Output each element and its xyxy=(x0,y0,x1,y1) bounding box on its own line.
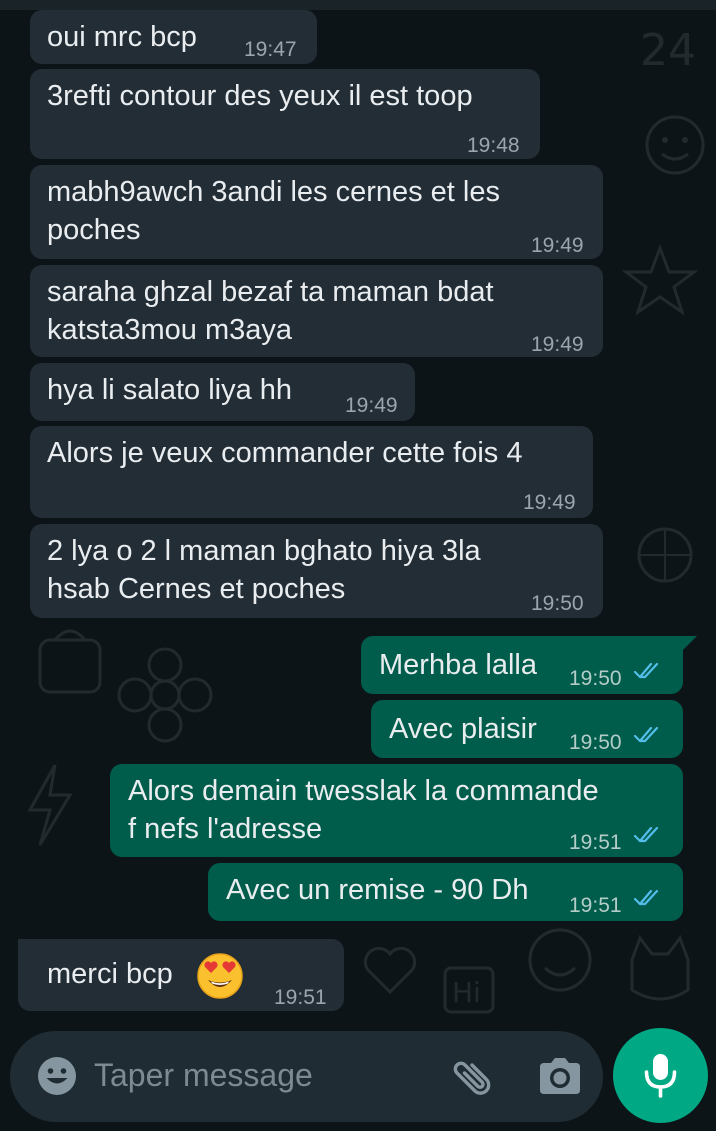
doodle-heart-icon xyxy=(363,946,417,995)
message-time: 19:47 xyxy=(244,38,297,61)
message-bubble-outgoing[interactable]: Alors demain twesslak la commande f nefs… xyxy=(110,764,683,857)
message-time: 19:50 xyxy=(569,667,622,690)
message-text: oui mrc bcp xyxy=(47,21,197,53)
message-text: Avec plaisir xyxy=(389,713,537,745)
message-text: Alors demain twesslak la commande xyxy=(128,775,599,807)
doodle-ball-icon xyxy=(637,527,693,583)
doodle-bolt-icon xyxy=(27,764,73,846)
message-bubble[interactable]: oui mrc bcp 19:47 xyxy=(30,10,317,64)
camera-icon[interactable] xyxy=(536,1053,584,1099)
message-bubble-outgoing[interactable]: Avec plaisir 19:50 xyxy=(371,700,683,758)
doodle-icon: 24 xyxy=(640,25,696,76)
message-bubble-outgoing[interactable]: Avec un remise - 90 Dh 19:51 xyxy=(208,863,683,921)
message-text: hya li salato liya hh xyxy=(47,374,293,406)
message-time: 19:51 xyxy=(569,894,622,917)
message-time: 19:51 xyxy=(274,986,327,1009)
doodle-face-icon xyxy=(645,115,705,175)
message-composer[interactable]: Taper message xyxy=(10,1031,603,1122)
message-text: mabh9awch 3andi les cernes et les xyxy=(47,176,500,208)
message-text: merci bcp xyxy=(47,958,173,990)
message-text: hsab Cernes et poches xyxy=(47,573,346,605)
message-input[interactable]: Taper message xyxy=(94,1057,313,1094)
read-ticks-icon xyxy=(633,662,659,679)
message-text: 2 lya o 2 l maman bghato hiya 3la xyxy=(47,535,481,567)
message-text: katsta3mou m3aya xyxy=(47,314,293,346)
message-time: 19:49 xyxy=(345,394,398,417)
message-time: 19:51 xyxy=(569,831,622,854)
message-text: Alors je veux commander cette fois 4 xyxy=(47,437,523,469)
doodle-bag-icon xyxy=(38,629,102,694)
message-text: Avec un remise - 90 Dh xyxy=(226,874,529,906)
emoji-icon[interactable] xyxy=(34,1053,80,1099)
paperclip-icon[interactable] xyxy=(448,1051,498,1101)
message-time: 19:49 xyxy=(523,491,576,514)
status-strip xyxy=(0,0,716,10)
message-bubble[interactable]: Alors je veux commander cette fois 4 19:… xyxy=(30,426,593,518)
read-ticks-icon xyxy=(633,889,659,906)
read-ticks-icon xyxy=(633,726,659,743)
message-time: 19:50 xyxy=(531,592,584,615)
message-bubble[interactable]: 3refti contour des yeux il est toop 19:4… xyxy=(30,69,540,159)
message-text: saraha ghzal bezaf ta maman bdat xyxy=(47,276,494,308)
message-text: poches xyxy=(47,214,141,246)
bubble-tail xyxy=(683,636,697,650)
message-time: 19:49 xyxy=(531,333,584,356)
microphone-icon xyxy=(644,1054,677,1098)
message-bubble[interactable]: saraha ghzal bezaf ta maman bdat katsta3… xyxy=(30,265,603,357)
message-text: 3refti contour des yeux il est toop xyxy=(47,80,473,112)
message-bubble[interactable]: merci bcp 19:51 xyxy=(18,939,344,1011)
read-ticks-icon xyxy=(633,826,659,843)
heart-eyes-emoji-icon xyxy=(197,953,243,999)
doodle-flower-icon xyxy=(117,647,213,743)
message-bubble-outgoing[interactable]: Merhba lalla 19:50 xyxy=(361,636,697,694)
message-bubble[interactable]: hya li salato liya hh 19:49 xyxy=(30,363,415,421)
message-bubble[interactable]: 2 lya o 2 l maman bghato hiya 3la hsab C… xyxy=(30,524,603,618)
svg-text:24: 24 xyxy=(640,25,696,76)
message-text: f nefs l'adresse xyxy=(128,813,323,845)
doodle-text-icon: Hi xyxy=(443,966,495,1014)
doodle-smile-icon xyxy=(528,928,592,992)
doodle-cat-icon xyxy=(630,934,690,1001)
message-bubble[interactable]: mabh9awch 3andi les cernes et les poches… xyxy=(30,165,603,259)
message-time: 19:50 xyxy=(569,731,622,754)
doodle-star-icon xyxy=(621,243,699,316)
svg-text:Hi: Hi xyxy=(452,976,481,1009)
message-time: 19:49 xyxy=(531,234,584,257)
message-text: Merhba lalla xyxy=(379,649,537,681)
microphone-button[interactable] xyxy=(613,1028,708,1123)
message-time: 19:48 xyxy=(467,134,520,157)
